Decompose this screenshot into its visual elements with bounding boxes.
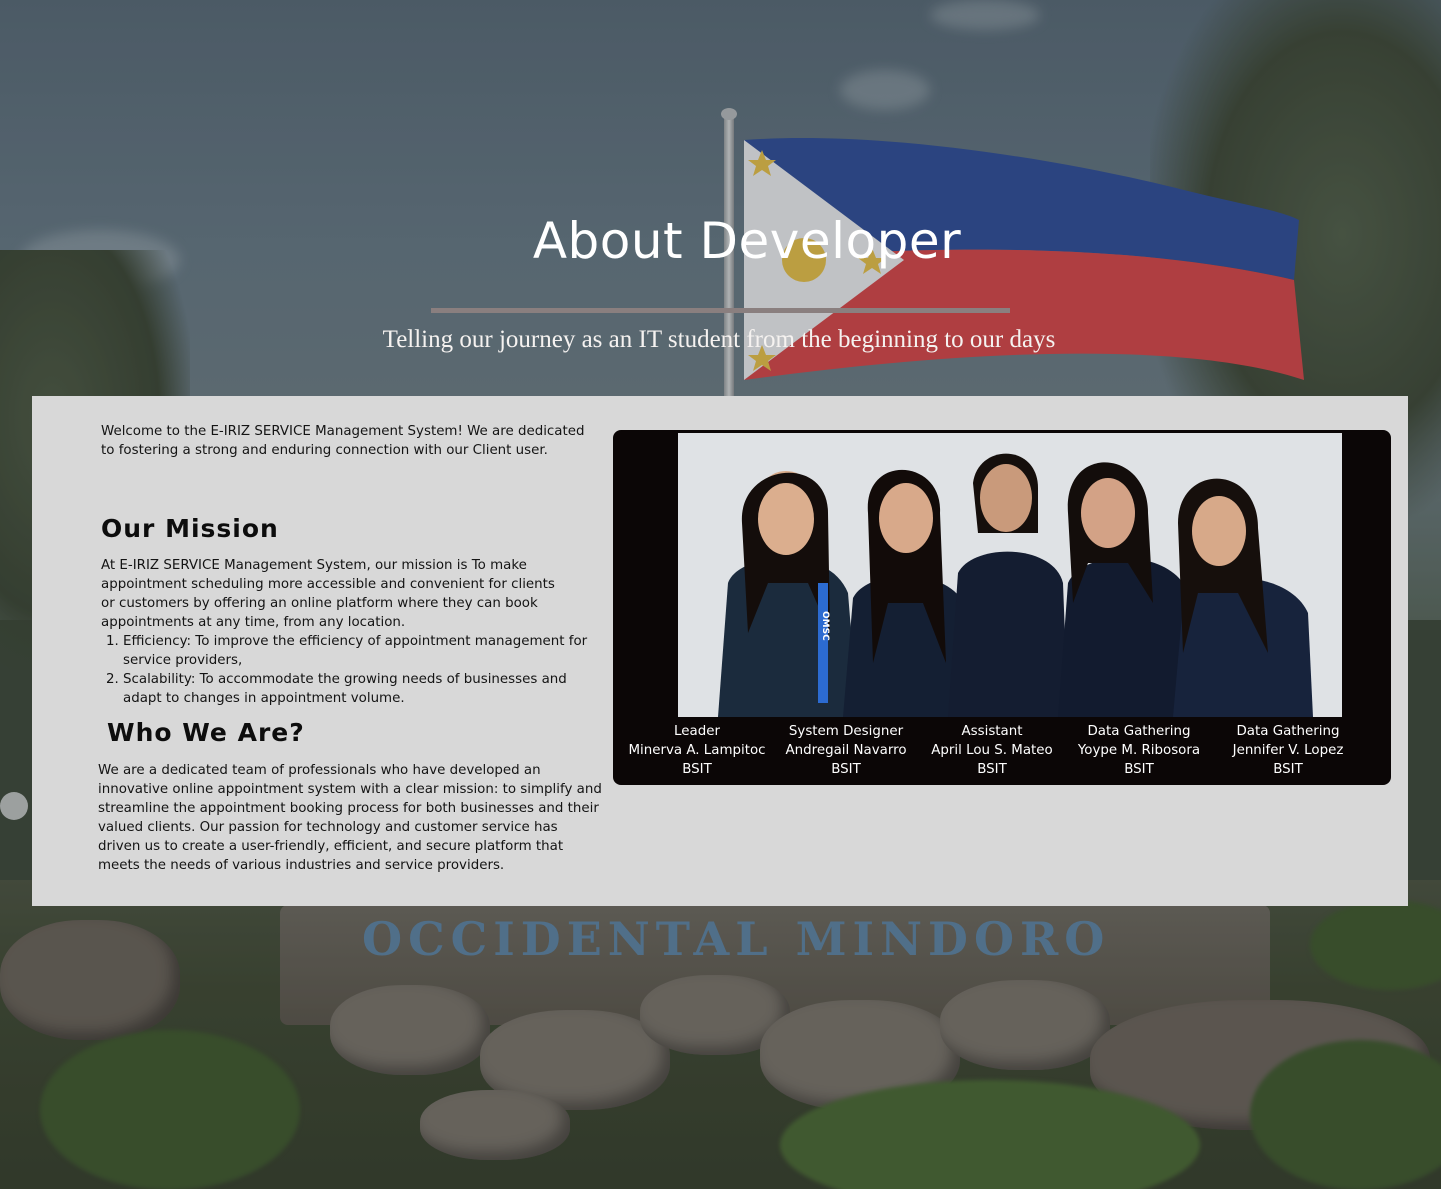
page-title: About Developer [532, 212, 962, 270]
welcome-text: Welcome to the E-IRIZ SERVICE Management… [101, 424, 585, 458]
member-role: Data Gathering [1236, 724, 1340, 739]
member-name: Jennifer V. Lopez [1232, 743, 1344, 758]
member-course: BSIT [1273, 762, 1303, 777]
omsc-lanyard-label: OMSC [820, 611, 830, 641]
team-member-assistant: Assistant April Lou S. Mateo BSIT [917, 722, 1067, 779]
member-course: BSIT [682, 762, 712, 777]
member-name: Yoype M. Ribosora [1077, 743, 1201, 758]
team-member-leader: Leader Minerva A. Lampitoc BSIT [622, 722, 772, 779]
team-member-data-gathering: Data Gathering Yoype M. Ribosora BSIT [1064, 722, 1214, 779]
member-course: BSIT [977, 762, 1007, 777]
title-divider [431, 308, 1010, 313]
member-role: System Designer [788, 724, 904, 739]
member-course: BSIT [831, 762, 861, 777]
mission-heading: Our Mission [101, 514, 279, 543]
member-course: BSIT [1124, 762, 1154, 777]
team-member-data-gathering: Data Gathering Jennifer V. Lopez BSIT [1213, 722, 1363, 779]
team-group-illustration [678, 433, 1342, 717]
member-role: Assistant [961, 724, 1023, 739]
member-role: Leader [674, 724, 720, 739]
who-heading: Who We Are? [107, 718, 305, 747]
team-photo: OMSC [678, 433, 1342, 717]
team-member-system-designer: System Designer Andregail Navarro BSIT [771, 722, 921, 779]
member-name: April Lou S. Mateo [931, 743, 1053, 758]
member-role: Data Gathering [1087, 724, 1191, 739]
who-text: We are a dedicated team of professionals… [98, 763, 602, 873]
mission-item-efficiency: Efficiency: To improve the efficiency of… [123, 632, 606, 670]
member-name: Andregail Navarro [785, 743, 907, 758]
mission-text: At E-IRIZ SERVICE Management System, our… [101, 558, 555, 630]
mission-list: Efficiency: To improve the efficiency of… [101, 632, 606, 708]
member-name: Minerva A. Lampitoc [628, 743, 766, 758]
page-subtitle: Telling our journey as an IT student fro… [382, 326, 1056, 353]
mission-item-scalability: Scalability: To accommodate the growing … [123, 670, 606, 708]
